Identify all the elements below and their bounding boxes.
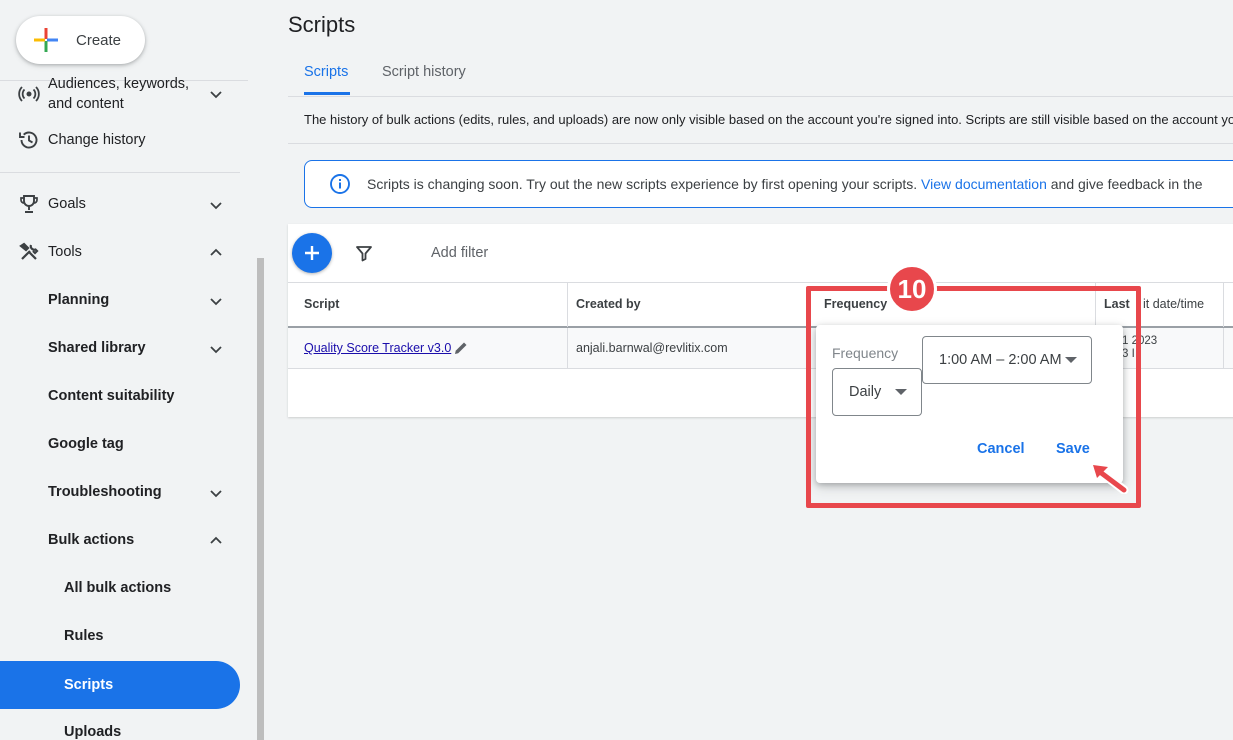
- column-header-last-run-suffix: it date/time: [1143, 297, 1205, 311]
- broadcast-icon: [18, 83, 40, 105]
- banner-text-after: and give feedback in the: [1050, 176, 1203, 192]
- frequency-label: Frequency: [832, 345, 899, 361]
- add-script-button[interactable]: [292, 233, 332, 273]
- trophy-icon: [18, 193, 40, 215]
- column-header-last-run[interactable]: Last: [1104, 297, 1130, 311]
- create-button[interactable]: Create: [16, 16, 145, 64]
- sidebar-item-label: and content: [48, 96, 124, 112]
- sidebar-item-label: Bulk actions: [48, 532, 135, 548]
- sidebar-item-all-bulk-actions[interactable]: All bulk actions: [0, 572, 240, 604]
- tab-scripts[interactable]: Scripts: [304, 64, 348, 80]
- save-button[interactable]: Save: [1056, 441, 1090, 457]
- sidebar-item-bulk-actions[interactable]: Bulk actions: [0, 524, 240, 556]
- cancel-button[interactable]: Cancel: [977, 441, 1025, 457]
- frequency-edit-popup: Frequency Daily 1:00 AM – 2:00 AM Cancel…: [816, 325, 1123, 483]
- tools-icon: [18, 241, 40, 263]
- sidebar-item-content-suitability[interactable]: Content suitability: [0, 380, 240, 412]
- chevron-up-icon: [210, 248, 222, 256]
- column-divider: [1095, 283, 1096, 327]
- history-icon: [18, 129, 40, 151]
- column-divider: [567, 328, 568, 369]
- filter-icon[interactable]: [354, 243, 374, 263]
- chevron-down-icon: [210, 202, 222, 210]
- edit-pencil-icon[interactable]: [453, 340, 469, 356]
- script-name-link[interactable]: Quality Score Tracker v3.0: [304, 341, 451, 355]
- sidebar-item-tools[interactable]: Tools: [0, 236, 240, 268]
- annotation-arrow-icon: [1090, 462, 1129, 494]
- last-run-line1: 1 2023: [1122, 335, 1158, 347]
- sidebar-item-label: Tools: [48, 244, 82, 260]
- chevron-down-icon: [210, 490, 222, 498]
- column-header-created-by[interactable]: Created by: [576, 297, 641, 311]
- sidebar-item-google-tag[interactable]: Google tag: [0, 428, 240, 460]
- tab-script-history[interactable]: Script history: [382, 64, 466, 80]
- sidebar: Create Audiences, keywords, and content …: [0, 0, 265, 740]
- sidebar-item-label: Content suitability: [48, 388, 175, 404]
- sidebar-item-label: All bulk actions: [64, 580, 172, 596]
- sidebar-item-audiences[interactable]: Audiences, keywords, and content: [0, 72, 240, 116]
- create-label: Create: [76, 31, 122, 49]
- column-header-script[interactable]: Script: [304, 297, 339, 311]
- sidebar-item-goals[interactable]: Goals: [0, 188, 240, 220]
- sidebar-item-label: Uploads: [64, 724, 122, 740]
- add-filter-button[interactable]: Add filter: [431, 245, 488, 261]
- time-range-value: 1:00 AM – 2:00 AM: [939, 352, 1062, 368]
- chevron-up-icon: [210, 536, 222, 544]
- sidebar-item-troubleshooting[interactable]: Troubleshooting: [0, 476, 240, 508]
- table-header-row: Script Created by Frequency Last it date…: [288, 282, 1233, 328]
- banner-text: Scripts is changing soon. Try out the ne…: [367, 176, 918, 192]
- page-title: Scripts: [288, 12, 356, 37]
- tabs-divider: [288, 96, 1233, 97]
- sidebar-item-label: Shared library: [48, 340, 146, 356]
- sidebar-item-label: Planning: [48, 292, 110, 308]
- column-divider: [567, 283, 568, 327]
- sidebar-item-shared-library[interactable]: Shared library: [0, 332, 240, 364]
- step-number-badge: 10: [887, 264, 937, 314]
- bulk-actions-notice: The history of bulk actions (edits, rule…: [304, 112, 1233, 127]
- sidebar-item-label: Goals: [48, 196, 86, 212]
- view-documentation-link[interactable]: View documentation: [921, 176, 1047, 192]
- column-header-frequency[interactable]: Frequency: [824, 297, 887, 311]
- active-tab-indicator: [304, 92, 350, 95]
- sidebar-item-label: Change history: [48, 132, 146, 148]
- column-divider: [1223, 283, 1224, 327]
- sidebar-item-label: Audiences, keywords,: [48, 76, 190, 92]
- sidebar-item-label: Rules: [64, 628, 104, 644]
- sidebar-scrollbar[interactable]: [257, 258, 264, 740]
- sidebar-item-label: Troubleshooting: [48, 484, 162, 500]
- chevron-down-icon: [210, 298, 222, 306]
- info-icon: [330, 174, 350, 194]
- sidebar-item-scripts[interactable]: Scripts: [0, 661, 240, 709]
- last-run-line2: 3 I: [1122, 348, 1135, 360]
- created-by-cell: anjali.barnwal@revlitix.com: [576, 341, 728, 355]
- chevron-down-icon: [210, 346, 222, 354]
- sidebar-item-change-history[interactable]: Change history: [0, 124, 240, 156]
- sidebar-item-uploads[interactable]: Uploads: [0, 716, 240, 740]
- dropdown-caret-icon: [1065, 357, 1077, 363]
- sidebar-item-label: Scripts: [64, 677, 114, 693]
- sidebar-item-rules[interactable]: Rules: [0, 620, 240, 652]
- column-divider: [1223, 328, 1224, 369]
- notice-divider: [288, 143, 1233, 144]
- last-run-cell: 1 2023 3 I: [1122, 335, 1157, 361]
- chevron-down-icon: [210, 91, 222, 99]
- frequency-value: Daily: [849, 384, 882, 400]
- dropdown-caret-icon: [895, 389, 907, 395]
- frequency-select[interactable]: Daily: [832, 368, 922, 416]
- sidebar-item-planning[interactable]: Planning: [0, 284, 240, 316]
- time-range-select[interactable]: 1:00 AM – 2:00 AM: [922, 336, 1092, 384]
- info-banner: Scripts is changing soon. Try out the ne…: [304, 160, 1233, 208]
- divider: [0, 172, 240, 173]
- plus-color-icon: [34, 28, 58, 52]
- plus-icon: [305, 246, 319, 260]
- sidebar-item-label: Google tag: [48, 436, 124, 452]
